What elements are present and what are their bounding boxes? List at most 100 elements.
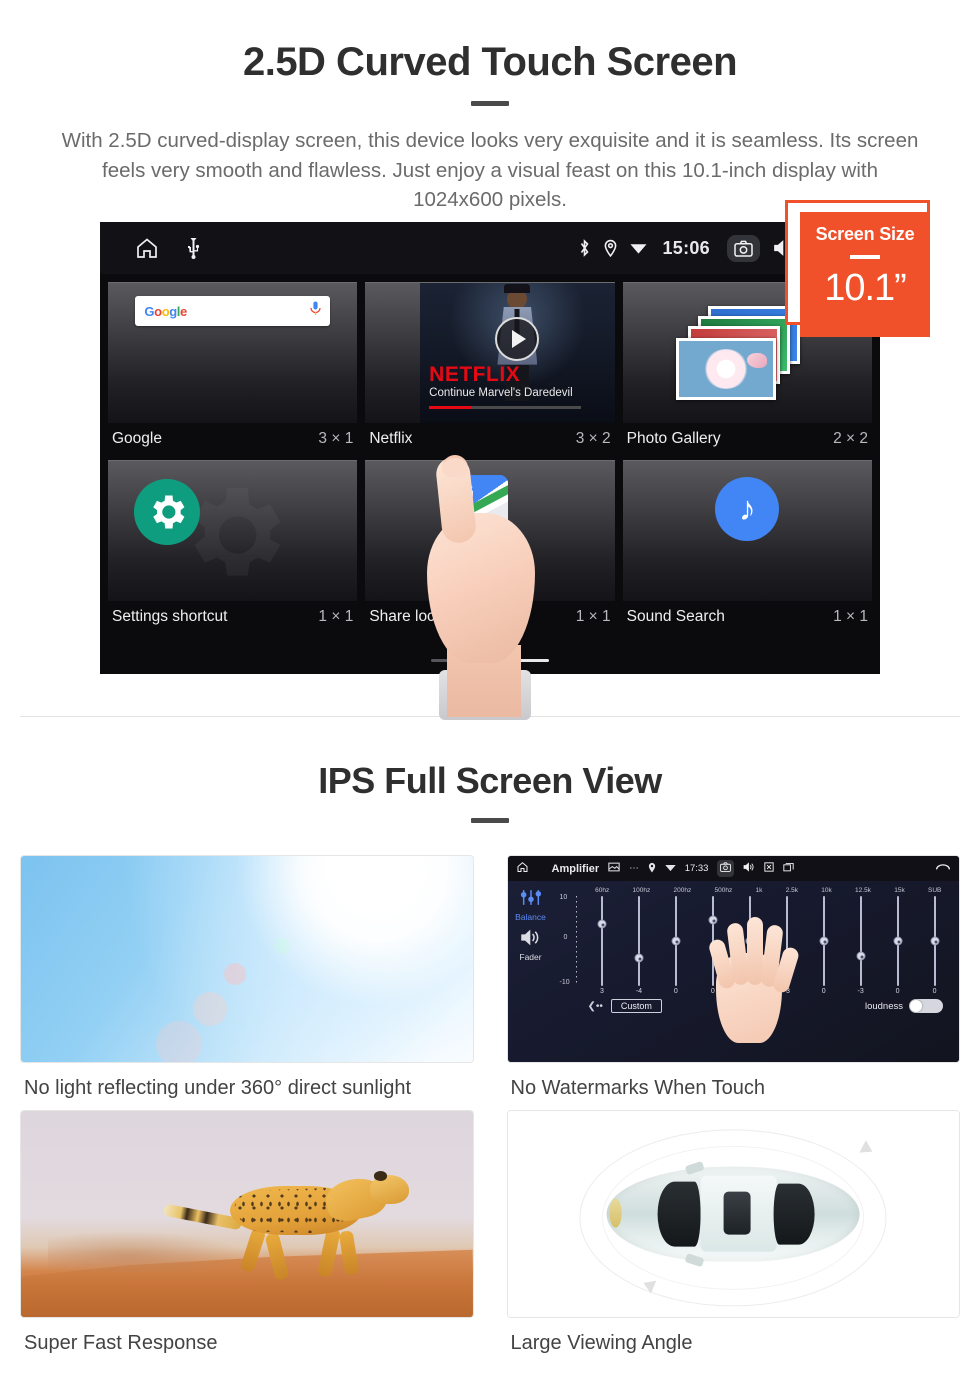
section2-title-underline [471,818,509,823]
google-maps-icon[interactable]: G [450,475,509,533]
page-dot-active[interactable] [519,659,549,662]
close-box-icon[interactable] [764,862,775,875]
eq-slider[interactable] [657,894,694,988]
eq-band-label: 100hz [632,887,651,894]
cheetah-figure [162,1170,410,1284]
netflix-brand: NETFLIX [429,363,521,386]
music-note-icon[interactable]: ♪ [715,477,780,541]
eq-band-labels: 60hz 100hz 200hz 500hz 1k 2.5k 10k 12.5k… [556,887,954,894]
page-dot[interactable] [431,659,461,662]
google-search-bar[interactable]: Google [135,296,330,326]
eq-slider[interactable] [879,894,916,988]
widget-settings-shortcut[interactable]: Settings shortcut 1 × 1 [106,460,359,636]
balance-label[interactable]: Balance [508,912,554,922]
eq-value: 3 [600,988,604,995]
loudness-label: loudness [864,1000,903,1012]
widget-label: Netflix [369,430,413,447]
bluetooth-icon [578,239,591,257]
photo-frame-blossom [676,338,777,400]
widget-label: Photo Gallery [626,430,721,447]
home-icon[interactable] [516,861,529,876]
play-icon[interactable] [495,317,540,361]
amplifier-side-nav: Balance Fader [508,881,554,1062]
feature-card: Large Viewing Angle [506,1110,960,1355]
eq-slider[interactable] [584,894,621,988]
share-location-widget[interactable]: G [365,460,615,601]
back-icon[interactable] [935,862,951,875]
balance-icon[interactable] [508,889,554,911]
amplifier-status-bar: Amplifier ⋯ 17:33 [507,856,959,881]
gallery-icon[interactable] [608,862,620,875]
car-top-view-image [506,1110,960,1318]
eq-scale-min: -10 [559,979,570,986]
loudness-toggle[interactable] [909,999,943,1013]
widget-size: 1 × 1 [575,608,611,625]
eq-slider[interactable] [842,894,879,988]
feature-caption: Large Viewing Angle [510,1332,693,1354]
eq-band-label: 500hz [714,887,733,894]
widget-size: 1 × 1 [318,608,354,625]
camera-icon[interactable] [727,234,760,262]
usb-icon[interactable] [186,237,201,259]
eq-band-label: 12.5k [855,887,871,894]
screen-size-badge: Screen Size 10.1” [800,212,930,337]
widget-size: 2 × 2 [833,430,868,447]
feature-caption: No Watermarks When Touch [510,1077,766,1099]
amplifier-clock: 17:33 [684,863,709,874]
eq-value: 0 [821,988,826,995]
arrow-icon [859,1140,876,1158]
widget-google[interactable]: Google Google 3 × 1 [106,282,359,458]
badge-label: Screen Size [815,224,915,244]
amplifier-screen: Amplifier ⋯ 17:33 Balance Fader 60hz 100… [507,856,959,1062]
device-screenshot: 15:06 Google Google 3 × 1 NETFLIX Contin… [100,222,880,674]
eq-scale-max: 10 [559,894,568,901]
loudness-control[interactable]: loudness [865,999,943,1013]
eq-value: 0 [673,988,678,995]
fader-label[interactable]: Fader [508,952,554,962]
volume-icon[interactable] [743,862,755,875]
feature-card: No light reflecting under 360° direct su… [20,855,474,1100]
eq-band-label: 60hz [595,887,610,894]
page-indicator[interactable] [431,659,549,662]
touching-hand-illustration [706,917,801,1044]
amplifier-equalizer-image: Amplifier ⋯ 17:33 Balance Fader 60hz 100… [506,855,960,1063]
blue-sky-sun-flare-image [20,855,474,1063]
settings-widget[interactable] [108,460,358,601]
eq-value: -4 [635,988,643,995]
gear-icon[interactable] [134,479,200,545]
widget-size: 3 × 2 [575,430,611,447]
eq-scale: 10 0 -10 [560,894,586,988]
chevron-left-icon[interactable]: ❮•• [588,1001,603,1012]
eq-slider[interactable] [805,894,842,988]
widget-share-location[interactable]: G Share location 1 × 1 [363,460,616,636]
widget-label: Settings shortcut [112,608,228,625]
netflix-widget[interactable]: NETFLIX Continue Marvel's Daredevil [365,282,615,423]
feature-caption: Super Fast Response [24,1332,218,1354]
widget-size: 1 × 1 [833,608,868,625]
home-icon[interactable] [134,236,160,260]
more-icon[interactable]: ⋯ [629,863,639,874]
eq-band-label: 15k [894,887,905,894]
widget-label: Google [112,430,162,447]
eq-band-label: 10k [821,887,832,894]
netflix-subtitle: Continue Marvel's Daredevil [429,387,573,399]
widget-label: Sound Search [626,608,725,625]
eq-slider[interactable] [620,894,657,988]
feature-card: Super Fast Response [20,1110,474,1355]
fader-icon[interactable] [508,929,554,951]
camera-icon[interactable] [717,860,735,877]
widget-sound-search[interactable]: ♪ Sound Search 1 × 1 [621,460,874,636]
sound-search-widget[interactable]: ♪ [622,460,872,601]
feature-card: Amplifier ⋯ 17:33 Balance Fader 60hz 100… [506,855,960,1100]
location-icon [648,862,656,876]
preset-button[interactable]: Custom [610,999,662,1013]
eq-band-label: 200hz [673,887,692,894]
page-dot[interactable] [475,659,505,662]
eq-slider[interactable] [916,894,953,988]
widget-grid: Google Google 3 × 1 NETFLIX Continue Mar… [100,274,880,636]
widget-netflix[interactable]: NETFLIX Continue Marvel's Daredevil Netf… [363,282,616,458]
google-search-widget[interactable]: Google [108,282,358,423]
mic-icon[interactable] [310,301,321,321]
feature-caption: No light reflecting under 360° direct su… [24,1077,412,1099]
recents-icon[interactable] [783,862,795,875]
